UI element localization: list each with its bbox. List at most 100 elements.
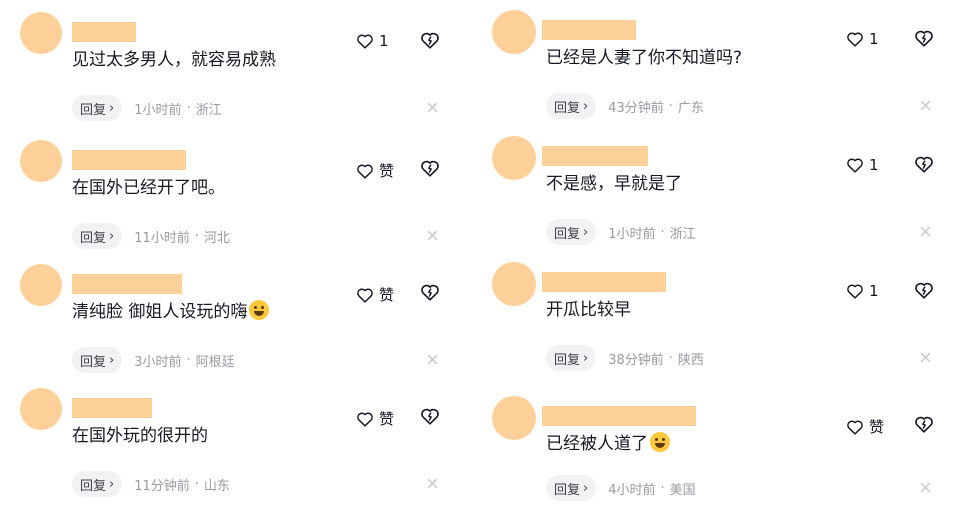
heart-outline-icon: [846, 283, 864, 299]
avatar[interactable]: [20, 12, 62, 54]
meta-separator: ·: [194, 228, 199, 244]
close-button[interactable]: [920, 352, 931, 363]
meta-separator: ·: [186, 100, 191, 116]
reply-button[interactable]: 回复 ›: [546, 219, 597, 245]
heart-outline-icon: [846, 157, 864, 173]
comment-time: 43分钟前: [608, 100, 664, 116]
meta-separator: ·: [668, 350, 673, 366]
like-button[interactable]: 赞: [356, 284, 394, 305]
reply-label: 回复: [80, 230, 107, 246]
comment-meta: 43分钟前 · 广东: [608, 97, 704, 116]
reply-button[interactable]: 回复 ›: [546, 93, 597, 119]
like-button[interactable]: 赞: [846, 416, 884, 437]
close-button[interactable]: [427, 478, 438, 489]
avatar[interactable]: [492, 396, 536, 440]
meta-separator: ·: [194, 476, 199, 492]
reply-button[interactable]: 回复 ›: [72, 223, 123, 249]
username-redacted[interactable]: [542, 406, 696, 426]
reply-label: 回复: [554, 100, 581, 116]
like-button[interactable]: 1: [356, 32, 389, 50]
close-button[interactable]: [427, 102, 438, 113]
username-redacted[interactable]: [72, 274, 182, 294]
heart-outline-icon: [356, 33, 374, 49]
dislike-button[interactable]: [420, 407, 440, 425]
comment-item: 开瓜比较早 回复 › 38分钟前 · 陕西 1: [480, 262, 960, 386]
like-button[interactable]: 1: [846, 30, 879, 48]
close-x-icon: [427, 102, 438, 113]
reply-button[interactable]: 回复 ›: [72, 347, 123, 373]
comment-text: 开瓜比较早: [546, 300, 631, 320]
comment-location: 陕西: [677, 352, 704, 368]
comment-meta: 1小时前 · 浙江: [134, 99, 221, 118]
close-button[interactable]: [920, 226, 931, 237]
avatar[interactable]: [20, 264, 62, 306]
username-redacted[interactable]: [542, 272, 666, 292]
comment-item: 不是感，早就是了 回复 › 1小时前 · 浙江 1: [480, 136, 960, 260]
reply-button[interactable]: 回复 ›: [546, 475, 597, 501]
comment-actions: 回复 › 11小时前 · 河北: [72, 222, 230, 250]
broken-heart-icon: [914, 155, 934, 173]
comment-location: 山东: [203, 478, 230, 494]
chevron-right-icon: ›: [109, 228, 115, 244]
broken-heart-icon: [420, 283, 440, 301]
comment-meta: 1小时前 · 浙江: [608, 223, 695, 242]
comment-location: 美国: [669, 482, 696, 498]
comment-item: 在国外玩的很开的 回复 › 11分钟前 · 山东 赞: [0, 388, 480, 512]
avatar[interactable]: [492, 10, 536, 54]
like-button[interactable]: 1: [846, 156, 879, 174]
comment-time: 1小时前: [134, 102, 182, 118]
chevron-right-icon: ›: [583, 480, 589, 496]
reply-button[interactable]: 回复 ›: [546, 345, 597, 371]
comment-time: 1小时前: [608, 226, 656, 242]
dislike-button[interactable]: [914, 155, 934, 173]
meta-separator: ·: [186, 352, 191, 368]
reply-button[interactable]: 回复 ›: [72, 95, 123, 121]
avatar[interactable]: [20, 388, 62, 430]
heart-outline-icon: [356, 163, 374, 179]
comment-location: 河北: [203, 230, 230, 246]
like-button[interactable]: 赞: [356, 408, 394, 429]
close-button[interactable]: [427, 354, 438, 365]
username-redacted[interactable]: [542, 20, 636, 40]
dislike-button[interactable]: [420, 31, 440, 49]
heart-outline-icon: [356, 411, 374, 427]
comment-column-left: 见过太多男人，就容易成熟 回复› 1小时前 · 浙江 1 在国外已经开了吧。: [0, 0, 480, 504]
close-button[interactable]: [920, 482, 931, 493]
close-button[interactable]: [920, 100, 931, 111]
dislike-button[interactable]: [420, 283, 440, 301]
username-redacted[interactable]: [542, 146, 648, 166]
reply-label: 回复: [554, 226, 581, 242]
meta-separator: ·: [660, 480, 665, 496]
like-count: 1: [869, 30, 879, 48]
username-redacted[interactable]: [72, 150, 186, 170]
chevron-right-icon: ›: [109, 476, 115, 492]
heart-outline-icon: [846, 419, 864, 435]
username-redacted[interactable]: [72, 22, 136, 42]
close-x-icon: [427, 230, 438, 241]
dislike-button[interactable]: [420, 159, 440, 177]
avatar[interactable]: [492, 136, 536, 180]
username-redacted[interactable]: [72, 398, 152, 418]
comment-meta: 38分钟前 · 陕西: [608, 349, 704, 368]
reply-label: 回复: [80, 478, 107, 494]
comment-actions: 回复 › 38分钟前 · 陕西: [546, 344, 704, 372]
comment-time: 4小时前: [608, 482, 656, 498]
like-button[interactable]: 1: [846, 282, 879, 300]
chevron-right-icon: ›: [583, 224, 589, 240]
comment-actions: 回复 › 1小时前 · 浙江: [546, 218, 696, 246]
chevron-right-icon: ›: [109, 352, 115, 368]
reply-label: 回复: [80, 354, 107, 370]
broken-heart-icon: [914, 29, 934, 47]
dislike-button[interactable]: [914, 29, 934, 47]
comment-meta: 11分钟前 · 山东: [134, 475, 230, 494]
reply-button[interactable]: 回复 ›: [72, 471, 123, 497]
like-button[interactable]: 赞: [356, 160, 394, 181]
like-count: 赞: [379, 162, 395, 180]
dislike-button[interactable]: [914, 415, 934, 433]
avatar[interactable]: [20, 140, 62, 182]
comment-item: 见过太多男人，就容易成熟 回复 › 1小时前 · 浙江 1: [0, 12, 480, 136]
avatar[interactable]: [492, 262, 536, 306]
dislike-button[interactable]: [914, 281, 934, 299]
close-button[interactable]: [427, 230, 438, 241]
reply-label: 回复: [80, 102, 107, 118]
